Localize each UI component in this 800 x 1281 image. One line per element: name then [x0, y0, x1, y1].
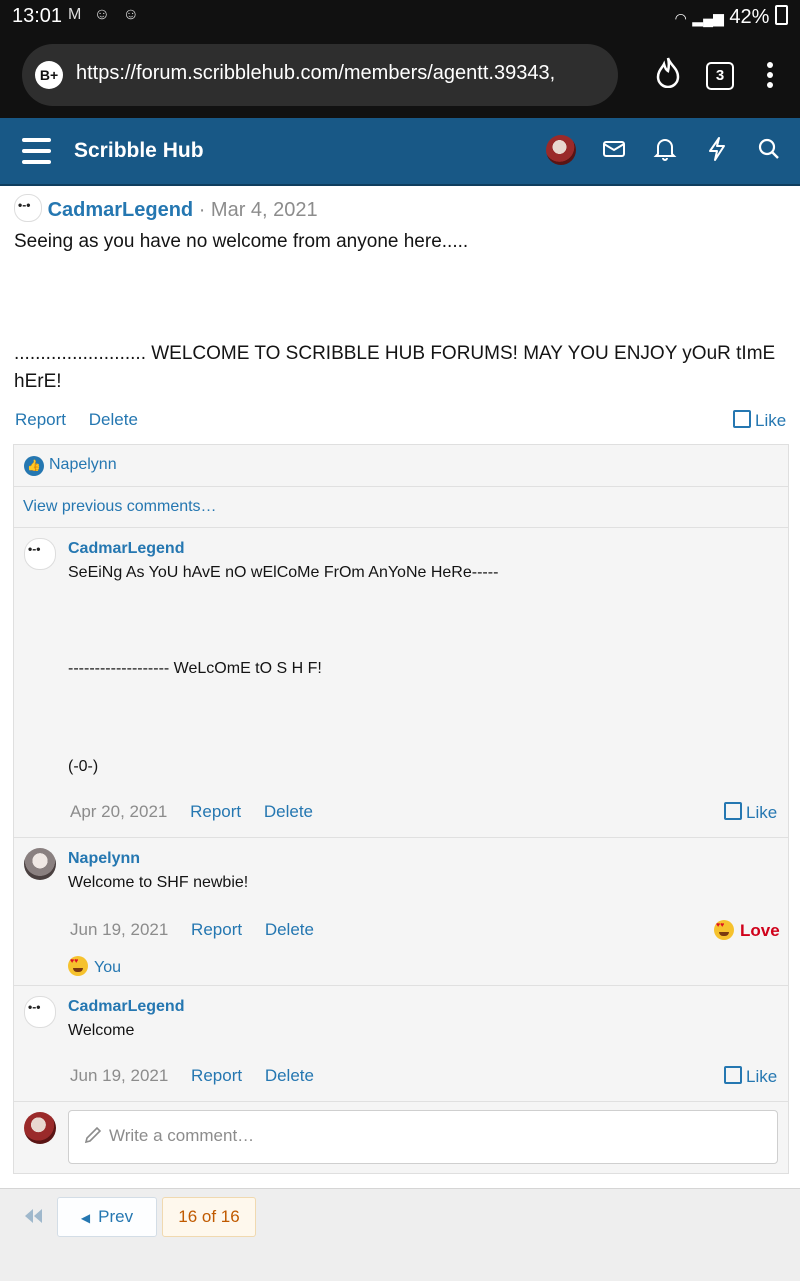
reacted-user[interactable]: Napelynn [49, 456, 117, 474]
site-header: Scribble Hub [0, 118, 800, 186]
comment-avatar[interactable] [24, 848, 56, 880]
browser-toolbar: B+ https://forum.scribblehub.com/members… [0, 34, 800, 118]
comment-avatar[interactable] [24, 538, 56, 570]
reacted-by: You [94, 959, 121, 976]
tab-switcher-button[interactable]: 3 [706, 62, 734, 90]
post-actions: Report Delete [15, 410, 138, 430]
comment-like-button[interactable]: Like [724, 1066, 777, 1087]
report-link[interactable]: Report [190, 802, 241, 821]
battery-icon [775, 5, 788, 25]
battery-level: 42% [729, 6, 770, 28]
comment-item: Napelynn Welcome to SHF newbie! Jun 19, … [14, 837, 788, 986]
first-page-icon[interactable] [22, 1207, 44, 1230]
comment-item: CadmarLegend Welcome Jun 19, 2021 Report… [14, 985, 788, 1102]
comment-date[interactable]: Jun 19, 2021 [70, 1066, 168, 1085]
post-text-line2: ......................... WELCOME TO SCR… [14, 343, 776, 392]
inbox-icon[interactable] [602, 136, 626, 162]
comment-avatar[interactable] [24, 996, 56, 1028]
comment-like-button[interactable]: Like [724, 802, 777, 823]
signal-icon: ▂▄▆ [692, 10, 724, 26]
report-link[interactable]: Report [191, 920, 242, 939]
like-button[interactable]: Like [733, 410, 786, 431]
reactions-bar: 👍 Napelynn [14, 445, 788, 486]
comment-reactions[interactable]: You [68, 956, 121, 977]
thumbs-up-icon [724, 802, 742, 820]
view-previous-link[interactable]: View previous comments… [23, 498, 217, 516]
discord-icon: ☺ [93, 6, 115, 23]
delete-link[interactable]: Delete [265, 920, 314, 939]
author-avatar[interactable] [14, 194, 42, 222]
profile-post: CadmarLegend · Mar 4, 2021 Seeing as you… [0, 186, 800, 1188]
prev-page-button[interactable]: ◀ Prev [57, 1197, 157, 1237]
comment-text-line3: (-0-) [68, 758, 99, 775]
comment-text-line1: Welcome [68, 1022, 135, 1039]
delete-link[interactable]: Delete [89, 410, 138, 429]
like-reaction-icon: 👍 [24, 456, 44, 476]
notification-icons: M ☺ ☺ [68, 6, 143, 24]
comment-text-line2: ------------------- WeLcOmE tO S H F! [68, 660, 322, 677]
browser-badge-icon[interactable]: B+ [35, 61, 63, 89]
comment-author[interactable]: Napelynn [68, 850, 140, 868]
thumbs-up-icon [724, 1066, 742, 1084]
clock: 13:01 [12, 5, 63, 27]
post-text-line1: Seeing as you have no welcome from anyon… [14, 231, 469, 252]
current-page-indicator[interactable]: 16 of 16 [162, 1197, 256, 1237]
discord-icon: ☺ [122, 6, 143, 23]
comment-item: CadmarLegend SeEiNg As YoU hAvE nO wElCo… [14, 527, 788, 838]
post-header: CadmarLegend · Mar 4, 2021 [14, 194, 318, 222]
heart-eyes-emoji-icon [714, 920, 734, 940]
like-label: Like [755, 411, 787, 430]
like-label: Like [746, 803, 778, 822]
heart-eyes-emoji-icon [68, 956, 88, 976]
wifi-icon: ◠ [674, 10, 687, 26]
search-icon[interactable] [757, 136, 781, 162]
comment-author[interactable]: CadmarLegend [68, 998, 184, 1016]
comment-input[interactable] [107, 1125, 751, 1147]
comment-input-box[interactable] [68, 1110, 778, 1164]
comment-text-line1: Welcome to SHF newbie! [68, 874, 249, 891]
comment-date[interactable]: Jun 19, 2021 [70, 920, 168, 939]
comment-text-line1: SeEiNg As YoU hAvE nO wElCoMe FrOm AnYoN… [68, 564, 499, 581]
more-menu-icon[interactable] [760, 60, 780, 97]
report-link[interactable]: Report [191, 1066, 242, 1085]
prev-label: Prev [98, 1207, 134, 1226]
flame-icon[interactable] [654, 56, 682, 95]
post-author[interactable]: CadmarLegend [48, 199, 194, 221]
like-label: Like [746, 1067, 778, 1086]
love-label: Love [740, 921, 780, 940]
view-previous-row: View previous comments… [14, 486, 788, 528]
comment-date[interactable]: Apr 20, 2021 [70, 802, 167, 821]
thumbs-up-icon [733, 410, 751, 428]
delete-link[interactable]: Delete [265, 1066, 314, 1085]
comment-actions: Apr 20, 2021 Report Delete [70, 802, 313, 822]
caret-left-icon: ◀ [80, 1211, 91, 1225]
whats-new-bolt-icon[interactable] [705, 136, 729, 162]
comment-composer [14, 1101, 788, 1174]
report-link[interactable]: Report [15, 410, 66, 429]
pagination: ◀ Prev 16 of 16 [0, 1188, 800, 1281]
site-title[interactable]: Scribble Hub [74, 139, 204, 163]
current-user-avatar[interactable] [24, 1112, 56, 1144]
user-avatar[interactable] [546, 135, 576, 165]
comment-love-button[interactable]: Love [714, 920, 780, 941]
comments-section: 👍 Napelynn View previous comments… Cadma… [13, 444, 789, 1174]
comment-actions: Jun 19, 2021 Report Delete [70, 1066, 314, 1086]
url-text[interactable]: https://forum.scribblehub.com/members/ag… [76, 62, 555, 85]
comment-author[interactable]: CadmarLegend [68, 540, 184, 558]
pencil-icon [83, 1125, 103, 1150]
bell-icon[interactable] [653, 136, 677, 162]
delete-link[interactable]: Delete [264, 802, 313, 821]
comment-actions: Jun 19, 2021 Report Delete [70, 920, 314, 940]
status-bar: 13:01 M ☺ ☺ ◠ ▂▄▆ 42% [0, 0, 800, 34]
gmail-icon: M [68, 6, 86, 23]
hamburger-menu-icon[interactable] [22, 138, 51, 164]
post-date[interactable]: · Mar 4, 2021 [199, 199, 318, 221]
address-bar[interactable]: B+ https://forum.scribblehub.com/members… [22, 44, 618, 106]
system-indicators: ◠ ▂▄▆ 42% [675, 5, 788, 29]
